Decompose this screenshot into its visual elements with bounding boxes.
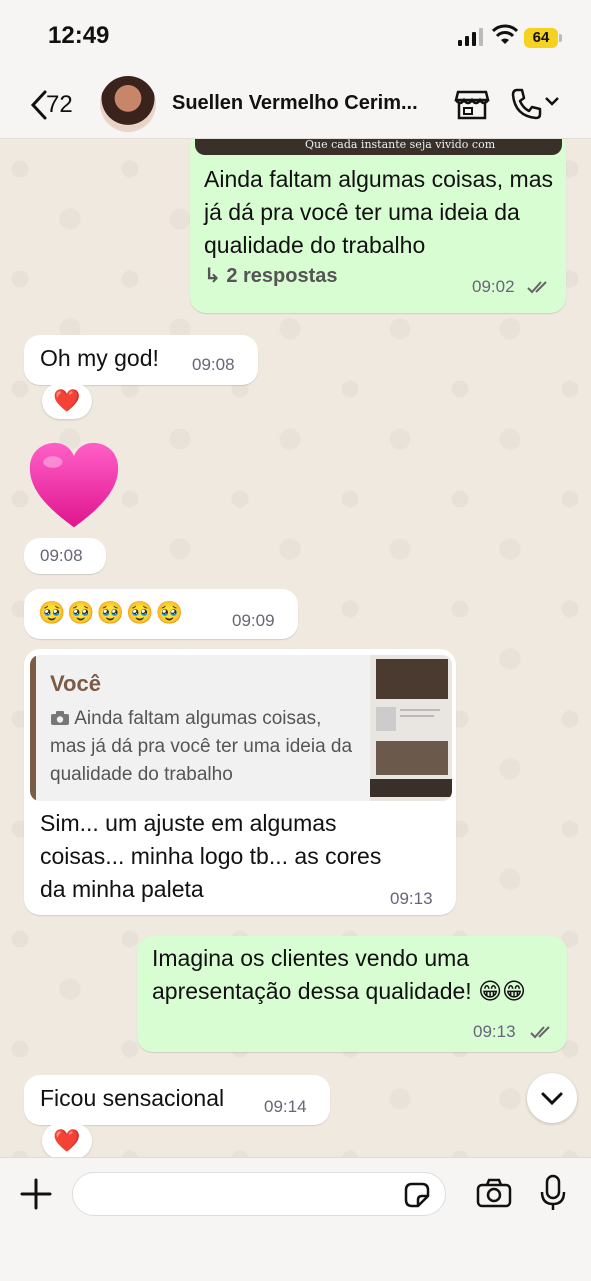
- store-icon[interactable]: [454, 86, 490, 122]
- status-time: 12:49: [48, 22, 110, 49]
- thumb-block: [376, 659, 448, 699]
- message-time: 09:02: [472, 277, 515, 296]
- read-ticks-icon: [530, 1026, 550, 1039]
- signal-icon: [458, 28, 483, 46]
- replies-label: 2 respostas: [226, 265, 338, 287]
- message-bubble-incoming[interactable]: 🥹🥹🥹🥹🥹 09:09: [24, 589, 298, 639]
- avatar[interactable]: [100, 76, 156, 132]
- unread-count[interactable]: 72: [46, 91, 73, 119]
- contact-name[interactable]: Suellen Vermelho Cerim...: [172, 92, 440, 115]
- message-bubble-outgoing[interactable]: Que cada instante seja vivido com Ainda …: [190, 139, 566, 313]
- chat-area[interactable]: Que cada instante seja vivido com Ainda …: [0, 139, 591, 1157]
- chevron-down-icon: [541, 1092, 563, 1106]
- message-text: Ainda faltam algumas coisas, mas já dá p…: [204, 166, 553, 258]
- message-time: 09:09: [232, 611, 275, 630]
- message-text: Sim... um ajuste em algumas coisas... mi…: [40, 810, 382, 902]
- reaction-badge[interactable]: ❤️: [42, 1123, 92, 1157]
- quote-thumbnail: [370, 655, 452, 801]
- quote-text: Ainda faltam algumas coisas, mas já dá p…: [50, 708, 353, 785]
- message-bubble-incoming[interactable]: Oh my god! 09:08: [24, 335, 258, 385]
- phone-icon[interactable]: [509, 86, 543, 122]
- battery-indicator: 64: [524, 28, 558, 48]
- thumb-block: [400, 715, 434, 717]
- thumb-block: [376, 741, 448, 775]
- camera-icon[interactable]: [476, 1178, 512, 1208]
- scroll-to-bottom-button[interactable]: [527, 1073, 577, 1123]
- message-text: Oh my god!: [40, 345, 159, 371]
- message-time: 09:13: [473, 1022, 516, 1041]
- pink-heart-emoji[interactable]: [26, 439, 122, 535]
- message-time: 09:13: [390, 889, 433, 908]
- message-bubble-incoming[interactable]: Ficou sensacional 09:14: [24, 1075, 330, 1125]
- message-bubble-incoming[interactable]: Você Ainda faltam algumas coisas, mas já…: [24, 649, 456, 915]
- reaction-badge[interactable]: ❤️: [42, 383, 92, 419]
- message-time: 09:14: [264, 1097, 307, 1116]
- sticker-icon[interactable]: [402, 1180, 432, 1210]
- read-ticks-icon: [527, 281, 547, 294]
- image-caption: Que cada instante seja vivido com: [305, 139, 496, 151]
- quoted-message[interactable]: Você Ainda faltam algumas coisas, mas já…: [30, 655, 452, 801]
- battery-tip: [559, 34, 562, 42]
- replies-link[interactable]: ↳ 2 respostas: [204, 263, 338, 288]
- thumb-block: [370, 779, 452, 797]
- reply-arrow-icon: ↳: [204, 265, 227, 287]
- thumb-block: [376, 707, 396, 731]
- message-composer: [0, 1157, 591, 1281]
- quote-text-wrap: Ainda faltam algumas coisas, mas já dá p…: [50, 705, 362, 789]
- message-time: 09:08: [40, 546, 83, 565]
- image-preview[interactable]: Que cada instante seja vivido com: [195, 139, 562, 155]
- message-text: Imagina os clientes vendo uma apresentaç…: [152, 945, 527, 1004]
- status-bar: 12:49 64: [0, 0, 591, 72]
- thumb-block: [400, 709, 440, 711]
- message-time: 09:08: [192, 355, 235, 374]
- message-text: Ficou sensacional: [40, 1085, 225, 1111]
- message-bubble-outgoing[interactable]: Imagina os clientes vendo uma apresentaç…: [137, 936, 567, 1052]
- wifi-icon: [492, 24, 518, 44]
- message-input[interactable]: [72, 1172, 446, 1216]
- plus-icon[interactable]: [18, 1176, 54, 1212]
- quote-author: Você: [50, 671, 101, 696]
- microphone-icon[interactable]: [540, 1174, 566, 1212]
- chevron-down-icon[interactable]: [543, 94, 561, 108]
- quote-accent-bar: [30, 655, 36, 801]
- chat-header: 72 Suellen Vermelho Cerim...: [0, 72, 591, 139]
- camera-icon: [51, 711, 69, 725]
- message-text: 🥹🥹🥹🥹🥹: [38, 600, 185, 625]
- message-bubble-incoming[interactable]: 09:08: [24, 538, 106, 574]
